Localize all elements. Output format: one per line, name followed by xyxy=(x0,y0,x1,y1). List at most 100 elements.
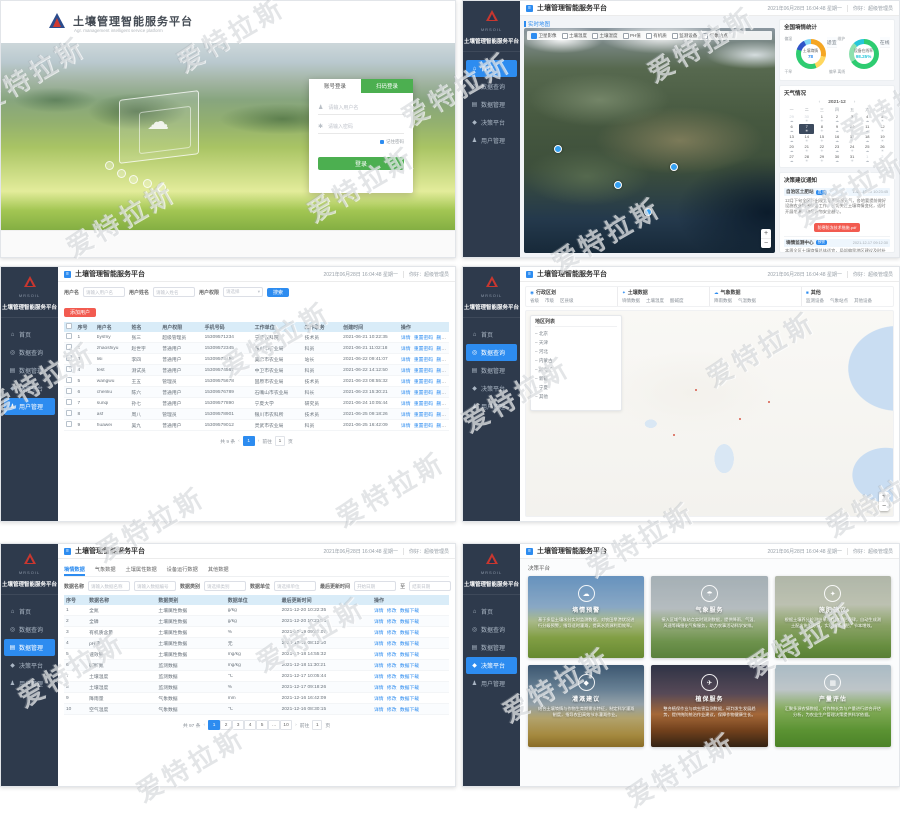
satellite-map[interactable]: 卫星影像 土壤温度 土壤湿度 PH值 有机质 xyxy=(524,28,775,253)
table-row[interactable]: 5 wangwu 王五 管理员 15309575678 固原市农业局 技术员 2… xyxy=(64,376,449,387)
data-tab[interactable]: 墒情数据 xyxy=(64,564,85,576)
table-row[interactable]: 1 bysfny 张三 超级管理员 15309571234 宁夏农科院 技术员 … xyxy=(64,332,449,343)
detail-link[interactable]: 详情 xyxy=(374,620,384,625)
delete-link[interactable]: 删除 xyxy=(436,413,446,418)
realname-filter-input[interactable] xyxy=(153,287,195,297)
data-tab[interactable]: 气象数据 xyxy=(95,564,116,576)
sidebar-toggle-icon[interactable]: ≡ xyxy=(526,271,533,278)
sidebar-item[interactable]: ▤ 数据管理 xyxy=(466,362,517,379)
calendar-day-cell[interactable]: 16 ☁ xyxy=(829,134,844,144)
sidebar-item[interactable]: ⌂ 首页 xyxy=(466,326,517,343)
calendar-day-cell[interactable]: 8 ☀ xyxy=(814,124,829,134)
greeting-text[interactable]: 你好：超级管理员 xyxy=(853,5,893,12)
feed-item[interactable]: 自治区土肥站 置顶 2021-12-20 10:23:45 12月下旬全区将出现… xyxy=(784,186,890,237)
layer-toggle[interactable]: 气象站点 xyxy=(702,33,728,39)
calendar-day-cell[interactable]: 30 ☀ xyxy=(799,114,814,124)
calendar-day-cell[interactable]: 1 ☁ xyxy=(860,154,875,164)
page-button[interactable]: … xyxy=(268,720,280,730)
calendar-day-cell[interactable]: 25 ☁ xyxy=(860,144,875,154)
sidebar-item[interactable]: ♟ 用户管理 xyxy=(4,675,55,692)
delete-link[interactable]: 删除 xyxy=(436,391,446,396)
download-link[interactable]: 数据下载 xyxy=(400,642,419,647)
data-code-input[interactable] xyxy=(134,581,176,591)
role-select[interactable]: 请选择 ▾ xyxy=(223,287,263,297)
calendar-day-cell[interactable]: 20 ☁ xyxy=(784,144,799,154)
sidebar-item[interactable]: ◎ 数据查询 xyxy=(466,344,517,361)
calendar-prev-button[interactable]: ‹ xyxy=(819,100,821,105)
row-checkbox[interactable] xyxy=(66,377,72,383)
decision-card[interactable]: ☁ 墒情预警 基于多层土壤水分实时监测数据，对农田旱涝状况进行分级预警，指导适时… xyxy=(528,576,644,658)
download-link[interactable]: 数据下载 xyxy=(400,653,419,658)
row-checkbox[interactable] xyxy=(66,333,72,339)
layer-toggle[interactable]: 有机质 xyxy=(646,33,667,39)
query-sub-option[interactable]: 土壤温度 xyxy=(646,298,664,304)
sidebar-item[interactable]: ◆ 决策平台 xyxy=(466,114,517,131)
table-row[interactable]: 2 全磷 土壤属性数据 g/kg 2021-12-20 10:21:18 详情 … xyxy=(64,616,449,627)
checkbox-icon[interactable] xyxy=(592,33,598,39)
calendar-day-cell[interactable]: 5 ☀ xyxy=(875,114,890,124)
region-tree-item[interactable]: – 北京 xyxy=(535,329,617,338)
sidebar-item[interactable]: ◎ 数据查询 xyxy=(466,621,517,638)
calendar-day-cell[interactable]: 4 ☁ xyxy=(860,114,875,124)
sidebar-item[interactable]: ♟ 用户管理 xyxy=(4,398,55,415)
calendar-day-cell[interactable]: 11 ☁ xyxy=(860,124,875,134)
calendar-day-cell[interactable]: 19 ☀ xyxy=(875,134,890,144)
table-row[interactable]: 3 有机质含量 土壤属性数据 % 2021-12-19 09:41:07 详情 … xyxy=(64,627,449,638)
detail-link[interactable]: 详情 xyxy=(374,697,384,702)
zoom-in-button[interactable]: + xyxy=(761,229,771,239)
calendar-day-cell[interactable]: 29 ☁ xyxy=(784,114,799,124)
table-row[interactable]: 3 lisi 李四 普通用户 15309573456 吴忠市农业局 站长 202… xyxy=(64,354,449,365)
region-tree-item[interactable]: – 河北 xyxy=(535,347,617,356)
sidebar-item[interactable]: ♟ 用户管理 xyxy=(466,398,517,415)
search-button[interactable]: 搜索 xyxy=(455,582,456,591)
table-row[interactable]: 10 空气温度 气象数据 ℃ 2021-12-16 08:30:15 详情 修改… xyxy=(64,704,449,715)
calendar-day-cell[interactable]: 17 ☀ xyxy=(845,134,860,144)
page-button[interactable]: 2 xyxy=(220,720,232,730)
row-checkbox[interactable] xyxy=(66,366,72,372)
delete-link[interactable]: 删除 xyxy=(436,358,446,363)
layer-toggle[interactable]: 卫星影像 xyxy=(531,33,557,39)
sidebar-toggle-icon[interactable]: ≡ xyxy=(526,5,533,12)
row-checkbox[interactable] xyxy=(66,410,72,416)
zoom-out-button[interactable]: − xyxy=(879,502,889,511)
tab-account-login[interactable]: 账号登录 xyxy=(309,79,361,93)
page-button[interactable]: 10 xyxy=(280,720,292,730)
download-link[interactable]: 数据下载 xyxy=(400,631,419,636)
username-input[interactable] xyxy=(326,104,404,112)
download-link[interactable]: 数据下载 xyxy=(400,708,419,713)
edit-link[interactable]: 修改 xyxy=(387,697,397,702)
calendar-next-button[interactable]: › xyxy=(854,100,856,105)
detail-link[interactable]: 详情 xyxy=(401,336,411,341)
region-tree-item[interactable]: – 黑龙江 xyxy=(535,365,617,374)
data-name-input[interactable] xyxy=(88,581,130,591)
query-sub-option[interactable]: 其他设备 xyxy=(854,298,872,304)
sidebar-item[interactable]: ⌂ 首页 xyxy=(4,326,55,343)
tab-qrcode-login[interactable]: 扫码登录 xyxy=(361,79,413,93)
region-tree-item[interactable]: – 新疆 xyxy=(535,374,617,383)
username-filter-input[interactable] xyxy=(83,287,125,297)
calendar-day-cell[interactable]: 2 ☀ xyxy=(875,154,890,164)
sidebar-item[interactable]: ▤ 数据管理 xyxy=(4,639,55,656)
calendar-day-cell[interactable]: 2 ☁ xyxy=(829,114,844,124)
detail-link[interactable]: 详情 xyxy=(374,631,384,636)
data-category-input[interactable] xyxy=(204,581,246,591)
edit-link[interactable]: 修改 xyxy=(387,631,397,636)
layer-toggle[interactable]: 土壤湿度 xyxy=(592,33,618,39)
calendar-day-cell[interactable]: 13 ☁ xyxy=(784,134,799,144)
detail-link[interactable]: 详情 xyxy=(401,424,411,429)
page-button[interactable]: 1 xyxy=(208,720,220,730)
row-checkbox[interactable] xyxy=(66,421,72,427)
table-row[interactable]: 5 速效钾 土壤属性数据 mg/kg 2021-12-18 14:55:32 详… xyxy=(64,649,449,660)
reset-password-link[interactable]: 重置密码 xyxy=(414,336,433,341)
calendar-day-cell[interactable]: 7 ☀ xyxy=(799,124,814,134)
detail-link[interactable]: 详情 xyxy=(374,642,384,647)
sidebar-item[interactable]: ◎ 数据查询 xyxy=(4,344,55,361)
edit-link[interactable]: 修改 xyxy=(387,653,397,658)
reset-password-link[interactable]: 重置密码 xyxy=(414,413,433,418)
greeting-text[interactable]: 你好：超级管理员 xyxy=(409,271,449,278)
zoom-out-button[interactable]: − xyxy=(761,239,771,248)
table-row[interactable]: 7 sunqi 孙七 普通用户 15309577890 宁夏大学 研究员 202… xyxy=(64,398,449,409)
reset-password-link[interactable]: 重置密码 xyxy=(414,424,433,429)
sidebar-item[interactable]: ◆ 决策平台 xyxy=(4,657,55,674)
calendar-day-cell[interactable]: 26 ☀ xyxy=(875,144,890,154)
